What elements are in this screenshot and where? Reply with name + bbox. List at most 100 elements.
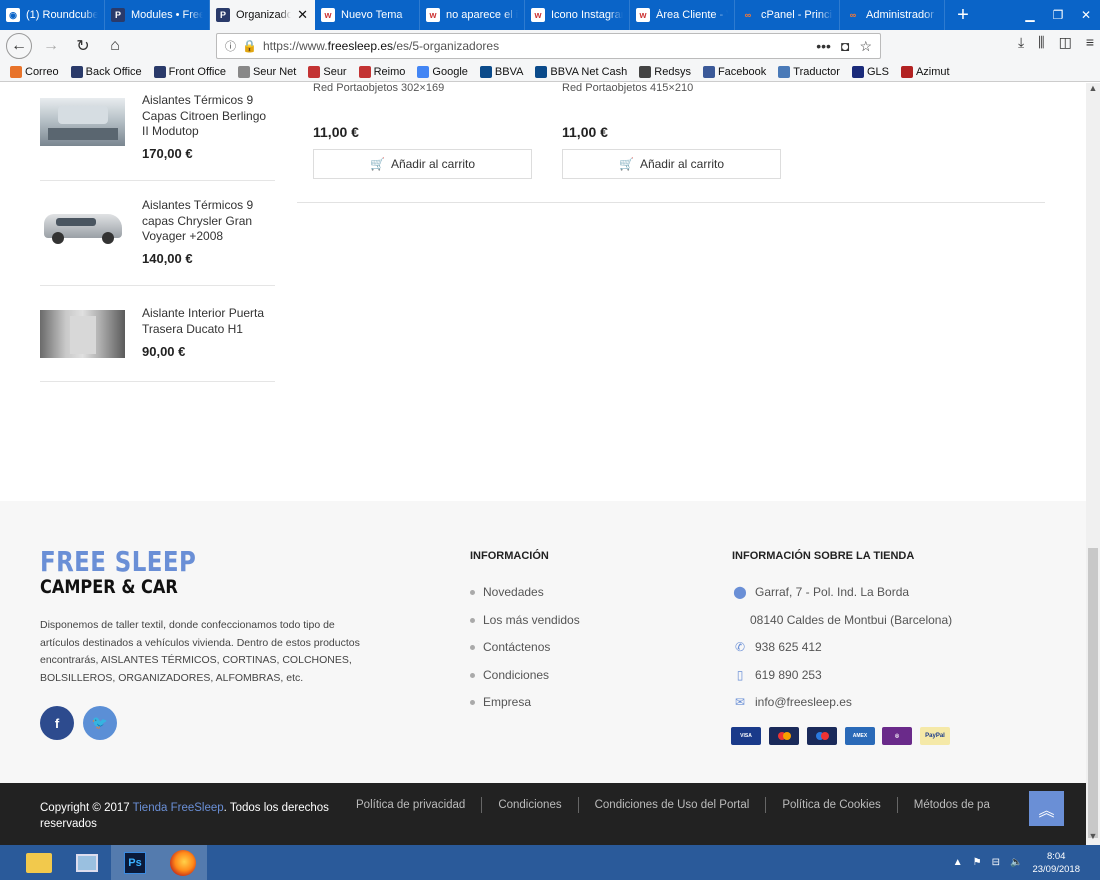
tab-modules[interactable]: P Modules • Free xyxy=(105,0,210,30)
bookmark-item[interactable]: Back Office xyxy=(70,65,142,78)
bookmark-item[interactable]: Reimo xyxy=(358,65,405,78)
product-name[interactable]: Red Portaobjetos 302×169 xyxy=(313,83,444,94)
bookmark-item[interactable]: Correo xyxy=(10,65,59,78)
tab-administrador[interactable]: ∞ Administrador xyxy=(840,0,945,30)
webempresa-icon: w xyxy=(636,8,650,22)
download-icon[interactable]: ⤓ xyxy=(1018,34,1024,51)
firefox-icon[interactable] xyxy=(159,845,207,880)
windows-taskbar: Ps ▲ ⚑ ⊟ 🔈 8:04 23/09/2018 xyxy=(0,845,1100,880)
link-cookies[interactable]: Política de Cookies xyxy=(766,799,896,811)
sidebar-product[interactable]: Aislantes Térmicos 9 Capas Citroen Berli… xyxy=(40,83,275,181)
copyright-link[interactable]: Tienda FreeSleep xyxy=(133,802,224,814)
tray-expand-icon[interactable]: ▲ xyxy=(953,857,963,868)
tab-nuevo-tema[interactable]: w Nuevo Tema xyxy=(315,0,420,30)
info-icon[interactable]: ⓘ xyxy=(225,38,236,54)
address-bar[interactable]: ⓘ 🔒 https://www.freesleep.es/es/5-organi… xyxy=(216,33,881,59)
maximize-icon[interactable]: ❐ xyxy=(1044,8,1072,22)
bookmark-item[interactable]: Seur xyxy=(308,65,347,78)
twitter-icon[interactable]: 🐦 xyxy=(83,706,117,740)
bookmark-item[interactable]: GLS xyxy=(851,65,889,78)
bookmark-item[interactable]: Seur Net xyxy=(237,65,296,78)
bookmark-item[interactable]: Redsys xyxy=(639,65,691,78)
sidebar-product[interactable]: Aislantes Térmicos 9 capas Chrysler Gran… xyxy=(40,181,275,286)
link-privacy[interactable]: Política de privacidad xyxy=(340,799,481,811)
tab-organizadores[interactable]: P Organizado ✕ xyxy=(210,0,315,30)
footer-link-condiciones[interactable]: Condiciones xyxy=(470,668,549,682)
page-actions-icon[interactable]: ••• xyxy=(816,38,831,55)
menu-icon[interactable]: ≡ xyxy=(1086,34,1094,51)
facebook-icon[interactable]: f xyxy=(40,706,74,740)
bookmark-item[interactable]: BBVA xyxy=(479,65,523,78)
home-icon[interactable]: ⌂ xyxy=(102,33,128,59)
bookmark-icon xyxy=(639,65,652,78)
close-tab-icon[interactable]: ✕ xyxy=(297,7,308,23)
brand-logo-line1[interactable]: FREE SLEEP xyxy=(40,545,196,578)
product-thumbnail[interactable] xyxy=(40,98,125,146)
network-computer-icon[interactable] xyxy=(63,845,111,880)
roundcube-icon: ◉ xyxy=(6,8,20,22)
minimize-icon[interactable]: ▁ xyxy=(1016,8,1044,22)
tab-area-cliente[interactable]: w Área Cliente - V xyxy=(630,0,735,30)
maestro-icon xyxy=(807,727,837,745)
product-thumbnail[interactable] xyxy=(40,202,125,250)
tab-icono-instagram[interactable]: w Icono Instagran xyxy=(525,0,630,30)
link-terms-of-use[interactable]: Condiciones de Uso del Portal xyxy=(579,799,766,811)
double-chevron-up-icon: ︽ xyxy=(1038,802,1055,820)
tab-cpanel[interactable]: ∞ cPanel - Princip xyxy=(735,0,840,30)
product-thumbnail[interactable] xyxy=(40,310,125,358)
forward-icon[interactable]: → xyxy=(38,33,64,59)
new-tab-button[interactable]: + xyxy=(945,0,981,30)
volume-icon[interactable]: 🔈 xyxy=(1010,857,1022,868)
photoshop-icon[interactable]: Ps xyxy=(111,845,159,880)
pocket-icon[interactable]: ◘ xyxy=(841,38,849,55)
bookmark-item[interactable]: Google xyxy=(417,65,468,78)
store-mobile[interactable]: ▯ 619 890 253 xyxy=(733,668,822,682)
sidebar-product-name[interactable]: Aislante Interior Puerta Trasera Ducato … xyxy=(142,306,275,337)
footer-link-novedades[interactable]: Novedades xyxy=(470,585,544,599)
sidebar-product[interactable]: Aislante Interior Puerta Trasera Ducato … xyxy=(40,286,275,382)
reload-icon[interactable]: ↻ xyxy=(70,33,96,59)
sidebar-product-name[interactable]: Aislantes Térmicos 9 Capas Citroen Berli… xyxy=(142,93,275,140)
add-to-cart-button[interactable]: 🛒 Añadir al carrito xyxy=(562,149,781,179)
back-icon[interactable]: ← xyxy=(6,33,32,59)
footer-link-empresa[interactable]: Empresa xyxy=(470,695,531,709)
footer-link-contactenos[interactable]: Contáctenos xyxy=(470,640,550,654)
tab-roundcube[interactable]: ◉ (1) Roundcube xyxy=(0,0,105,30)
bookmark-icon xyxy=(358,65,371,78)
footer-link-mas-vendidos[interactable]: Los más vendidos xyxy=(470,613,580,627)
bookmark-icon xyxy=(702,65,715,78)
scrollbar-thumb[interactable] xyxy=(1088,548,1098,838)
link-conditions[interactable]: Condiciones xyxy=(482,799,577,811)
file-explorer-icon[interactable] xyxy=(15,845,63,880)
bookmark-item[interactable]: Front Office xyxy=(153,65,226,78)
sidebar-product-name[interactable]: Aislantes Térmicos 9 capas Chrysler Gran… xyxy=(142,198,275,245)
close-window-icon[interactable]: ✕ xyxy=(1072,8,1100,22)
bookmark-item[interactable]: Azimut xyxy=(900,65,950,78)
store-phone[interactable]: ✆ 938 625 412 xyxy=(733,640,822,654)
bookmark-icon xyxy=(308,65,321,78)
bookmark-item[interactable]: Traductor xyxy=(778,65,840,78)
clock[interactable]: 8:04 23/09/2018 xyxy=(1032,850,1080,876)
back-to-top-button[interactable]: ︽ xyxy=(1029,791,1064,826)
bookmark-item[interactable]: BBVA Net Cash xyxy=(535,65,627,78)
scroll-down-icon[interactable]: ▼ xyxy=(1086,831,1100,845)
legal-links: Política de privacidad Condiciones Condi… xyxy=(340,797,1006,813)
url-text[interactable]: https://www.freesleep.es/es/5-organizado… xyxy=(263,39,810,53)
scroll-up-icon[interactable]: ▲ xyxy=(1086,83,1100,97)
footer-description: Disponemos de taller textil, donde confe… xyxy=(40,619,360,684)
brand-logo-line2[interactable]: CAMPER & CAR xyxy=(40,576,178,598)
store-email[interactable]: ✉ info@freesleep.es xyxy=(733,695,852,709)
sidebar-icon[interactable]: ◫ xyxy=(1059,34,1072,51)
link-payment-methods[interactable]: Métodos de pa xyxy=(898,799,1006,811)
page-scrollbar[interactable]: ▲ ▼ xyxy=(1086,83,1100,845)
bookmark-item[interactable]: Facebook xyxy=(702,65,766,78)
bookmark-star-icon[interactable]: ☆ xyxy=(859,38,872,55)
webempresa-icon: w xyxy=(321,8,335,22)
webempresa-icon: w xyxy=(426,8,440,22)
network-icon[interactable]: ⊟ xyxy=(992,857,1000,868)
library-icon[interactable]: ⫼ xyxy=(1038,34,1044,51)
tab-no-aparece[interactable]: w no aparece el ic xyxy=(420,0,525,30)
add-to-cart-button[interactable]: 🛒 Añadir al carrito xyxy=(313,149,532,179)
flag-icon[interactable]: ⚑ xyxy=(973,857,982,868)
product-name[interactable]: Red Portaobjetos 415×210 xyxy=(562,83,693,94)
